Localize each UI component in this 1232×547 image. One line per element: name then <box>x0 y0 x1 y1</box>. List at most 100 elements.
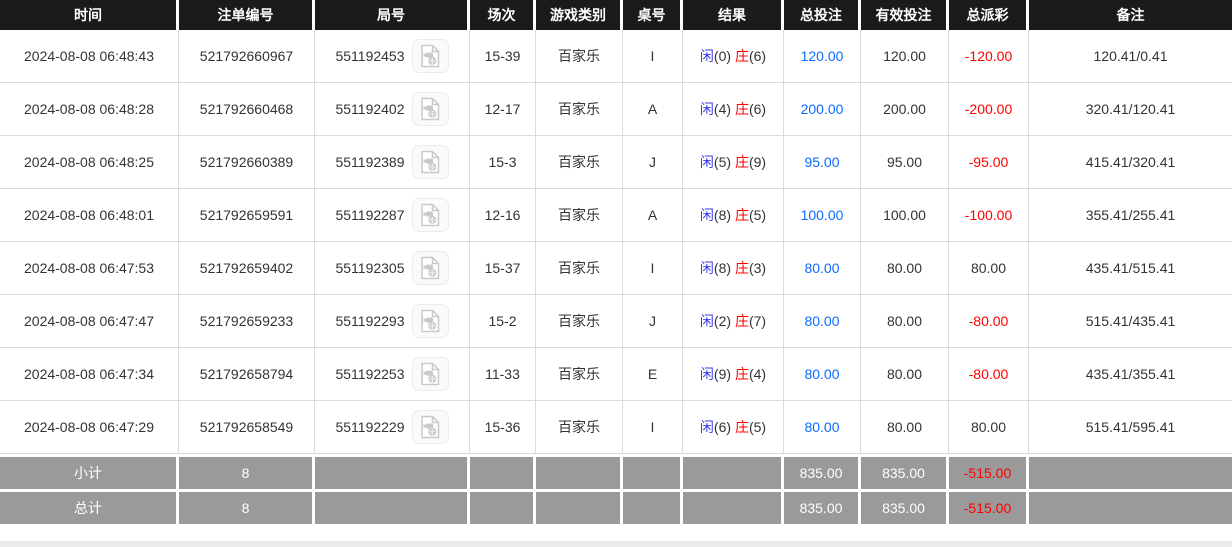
player-count: (2) <box>714 313 731 329</box>
banker-label: 庄 <box>735 48 749 64</box>
bet-records-page: 时间注单编号局号场次游戏类别桌号结果总投注有效投注总派彩备注 2024-08-0… <box>0 0 1232 547</box>
banker-label: 庄 <box>735 419 749 435</box>
video-file-icon <box>418 203 442 227</box>
video-file-icon <box>418 309 442 333</box>
cell-table-no: J <box>623 295 683 348</box>
cell-valid-bet: 80.00 <box>861 242 949 295</box>
video-replay-button[interactable] <box>412 92 449 126</box>
session-value: 15-36 <box>485 419 521 435</box>
banker-count: (5) <box>749 207 766 223</box>
total-bet-value: 95.00 <box>804 154 839 170</box>
cell-total-bet: 95.00 <box>784 136 861 189</box>
table-no-value: J <box>649 154 656 170</box>
round-cell-inner: 551192229 <box>335 410 448 444</box>
cell-bet-id: 521792658794 <box>179 348 315 401</box>
cell-table-no: J <box>623 136 683 189</box>
video-replay-button[interactable] <box>412 198 449 232</box>
player-label: 闲 <box>700 313 714 329</box>
time-value: 2024-08-08 06:48:43 <box>24 48 154 64</box>
time-value: 2024-08-08 06:47:47 <box>24 313 154 329</box>
bet-id-value: 521792660389 <box>200 154 293 170</box>
table-body: 2024-08-08 06:48:43 521792660967 551192453… <box>0 30 1232 454</box>
footer-empty-remark <box>1029 454 1232 489</box>
cell-valid-bet: 80.00 <box>861 348 949 401</box>
bet-id-value: 521792658549 <box>200 419 293 435</box>
table-no-value: A <box>648 101 657 117</box>
video-replay-button[interactable] <box>412 357 449 391</box>
footer-total-bet: 835.00 <box>784 454 861 489</box>
round-cell-inner: 551192389 <box>335 145 448 179</box>
cell-valid-bet: 200.00 <box>861 83 949 136</box>
remark-value: 320.41/120.41 <box>1086 101 1176 117</box>
table-no-value: I <box>651 48 655 64</box>
round-id-value: 551192453 <box>335 48 404 64</box>
session-value: 15-2 <box>488 313 516 329</box>
video-replay-button[interactable] <box>412 145 449 179</box>
remark-value: 435.41/355.41 <box>1086 366 1176 382</box>
cell-bet-id: 521792659591 <box>179 189 315 242</box>
cell-round-id: 551192287 <box>315 189 470 242</box>
banker-label: 庄 <box>735 101 749 117</box>
grand-total-row: 总计8835.00835.00-515.00 <box>0 489 1232 524</box>
table-no-value: J <box>649 313 656 329</box>
total-payout-value: 80.00 <box>971 260 1006 276</box>
session-value: 12-16 <box>485 207 521 223</box>
game-type-value: 百家乐 <box>558 154 600 170</box>
footer-label: 总计 <box>0 489 179 524</box>
video-replay-button[interactable] <box>412 304 449 338</box>
banker-count: (3) <box>749 260 766 276</box>
cell-total-payout: -95.00 <box>949 136 1029 189</box>
column-header-result: 结果 <box>683 0 784 30</box>
cell-remark: 435.41/515.41 <box>1029 242 1232 295</box>
valid-bet-value: 95.00 <box>887 154 922 170</box>
cell-session: 15-39 <box>470 30 536 83</box>
video-replay-button[interactable] <box>412 251 449 285</box>
footer-empty-table-no <box>623 454 683 489</box>
round-cell-inner: 551192253 <box>335 357 448 391</box>
player-label: 闲 <box>700 366 714 382</box>
time-value: 2024-08-08 06:47:53 <box>24 260 154 276</box>
cell-remark: 515.41/595.41 <box>1029 401 1232 454</box>
cell-total-bet: 80.00 <box>784 242 861 295</box>
cell-total-payout: -200.00 <box>949 83 1029 136</box>
player-label: 闲 <box>700 48 714 64</box>
game-type-value: 百家乐 <box>558 260 600 276</box>
round-cell-inner: 551192453 <box>335 39 448 73</box>
total-bet-value: 80.00 <box>804 313 839 329</box>
cell-total-payout: -120.00 <box>949 30 1029 83</box>
banker-label: 庄 <box>735 260 749 276</box>
remark-value: 515.41/595.41 <box>1086 419 1176 435</box>
cell-game-type: 百家乐 <box>536 295 623 348</box>
player-label: 闲 <box>700 419 714 435</box>
total-bet-value: 80.00 <box>804 260 839 276</box>
table-row: 2024-08-08 06:48:43 521792660967 551192453… <box>0 30 1232 83</box>
bet-id-value: 521792660967 <box>200 48 293 64</box>
column-header-round_id: 局号 <box>315 0 470 30</box>
cell-total-bet: 80.00 <box>784 348 861 401</box>
video-replay-button[interactable] <box>412 410 449 444</box>
cell-bet-id: 521792658549 <box>179 401 315 454</box>
player-count: (8) <box>714 207 731 223</box>
player-label: 闲 <box>700 101 714 117</box>
video-replay-button[interactable] <box>412 39 449 73</box>
cell-time: 2024-08-08 06:47:34 <box>0 348 179 401</box>
cell-total-payout: -80.00 <box>949 295 1029 348</box>
cell-bet-id: 521792660389 <box>179 136 315 189</box>
cell-remark: 120.41/0.41 <box>1029 30 1232 83</box>
column-header-total_bet: 总投注 <box>784 0 861 30</box>
cell-round-id: 551192453 <box>315 30 470 83</box>
remark-value: 415.41/320.41 <box>1086 154 1176 170</box>
header-row: 时间注单编号局号场次游戏类别桌号结果总投注有效投注总派彩备注 <box>0 0 1232 30</box>
round-cell-inner: 551192287 <box>335 198 448 232</box>
cell-game-type: 百家乐 <box>536 83 623 136</box>
cell-bet-id: 521792660468 <box>179 83 315 136</box>
bet-records-table: 时间注单编号局号场次游戏类别桌号结果总投注有效投注总派彩备注 2024-08-0… <box>0 0 1232 524</box>
game-type-value: 百家乐 <box>558 313 600 329</box>
cell-game-type: 百家乐 <box>536 189 623 242</box>
time-value: 2024-08-08 06:48:01 <box>24 207 154 223</box>
column-header-valid_bet: 有效投注 <box>861 0 949 30</box>
table-header: 时间注单编号局号场次游戏类别桌号结果总投注有效投注总派彩备注 <box>0 0 1232 30</box>
cell-table-no: I <box>623 242 683 295</box>
footer-total-payout: -515.00 <box>949 489 1029 524</box>
cell-total-payout: 80.00 <box>949 401 1029 454</box>
